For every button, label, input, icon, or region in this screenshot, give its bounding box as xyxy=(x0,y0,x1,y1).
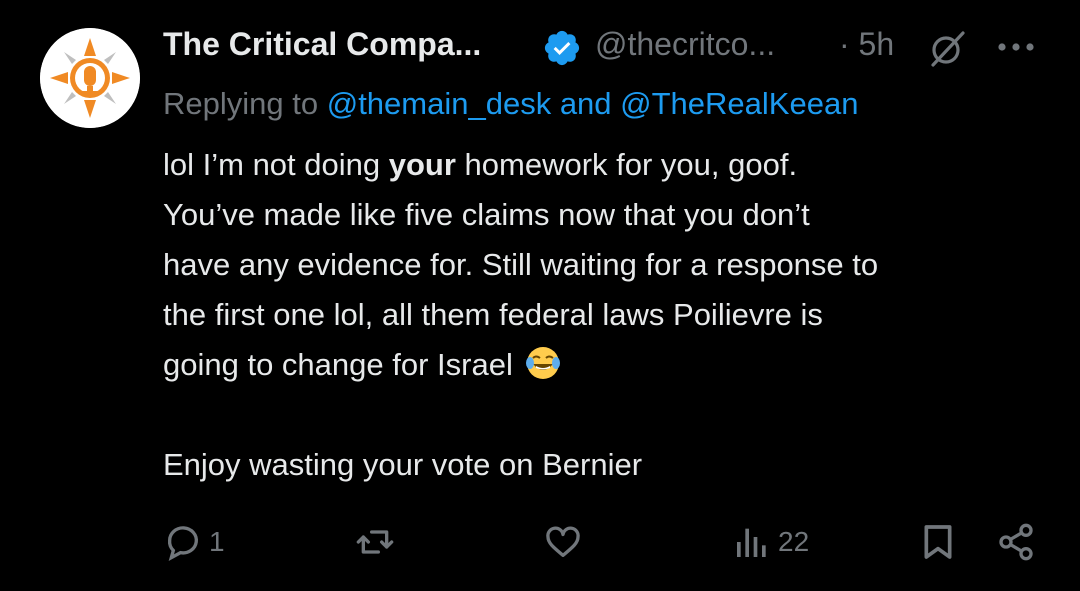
reply-icon xyxy=(167,526,198,562)
replying-to-prefix: Replying to xyxy=(163,86,327,121)
share-icon xyxy=(999,523,1033,561)
tweet-text-line: Enjoy wasting your vote on Bernier xyxy=(163,447,643,482)
share-button[interactable] xyxy=(996,514,1036,570)
grok-icon[interactable] xyxy=(927,29,967,69)
mention-link[interactable]: @TheRealKeean xyxy=(620,86,858,121)
bookmark-icon xyxy=(924,525,952,559)
retweet-button[interactable] xyxy=(355,514,401,570)
tweet-text-line: going to change for Israel xyxy=(163,340,1043,390)
heart-icon xyxy=(546,526,580,557)
text-segment: going to change for Israel xyxy=(163,347,513,382)
tweet[interactable]: The Critical Compa... @thecritco... · 5h… xyxy=(0,0,1080,591)
avatar[interactable] xyxy=(40,28,140,128)
text-segment: lol I’m not doing xyxy=(163,147,389,182)
face-with-tears-of-joy-icon xyxy=(526,347,561,379)
mention-link[interactable]: @themain_desk xyxy=(327,86,551,121)
tweet-header: The Critical Compa... @thecritco... · 5h xyxy=(163,22,1043,70)
bold-text: your xyxy=(388,147,456,182)
replying-to: Replying to @themain_desk and @TheRealKe… xyxy=(163,86,858,122)
verified-badge-icon xyxy=(544,30,580,66)
reply-conjunction: and xyxy=(551,86,621,121)
reply-count: 1 xyxy=(209,526,225,557)
timestamp[interactable]: · 5h xyxy=(839,26,894,63)
tweet-text-line: You’ve made like five claims now that yo… xyxy=(163,197,810,232)
author-handle[interactable]: @thecritco... xyxy=(595,26,775,63)
views-count: 22 xyxy=(778,526,810,557)
display-name[interactable]: The Critical Compa... xyxy=(163,26,481,63)
reply-button[interactable]: 1 xyxy=(163,514,225,570)
tweet-text: lol I’m not doing your homework for you,… xyxy=(163,140,1043,490)
views-chart-icon xyxy=(737,528,766,557)
tweet-text-line: the first one lol, all them federal laws… xyxy=(163,297,823,332)
action-bar: 1 22 xyxy=(0,514,1080,570)
text-segment: homework for you, goof. xyxy=(455,147,798,182)
like-button[interactable] xyxy=(543,514,589,570)
retweet-icon xyxy=(356,530,394,554)
views-button[interactable]: 22 xyxy=(732,514,809,570)
tweet-text-line: have any evidence for. Still waiting for… xyxy=(163,247,879,282)
critical-compass-logo-icon xyxy=(40,28,140,128)
more-options-icon[interactable] xyxy=(995,35,1037,59)
bookmark-button[interactable] xyxy=(918,514,958,570)
tweet-text-line: lol I’m not doing your homework for you,… xyxy=(163,140,1043,190)
